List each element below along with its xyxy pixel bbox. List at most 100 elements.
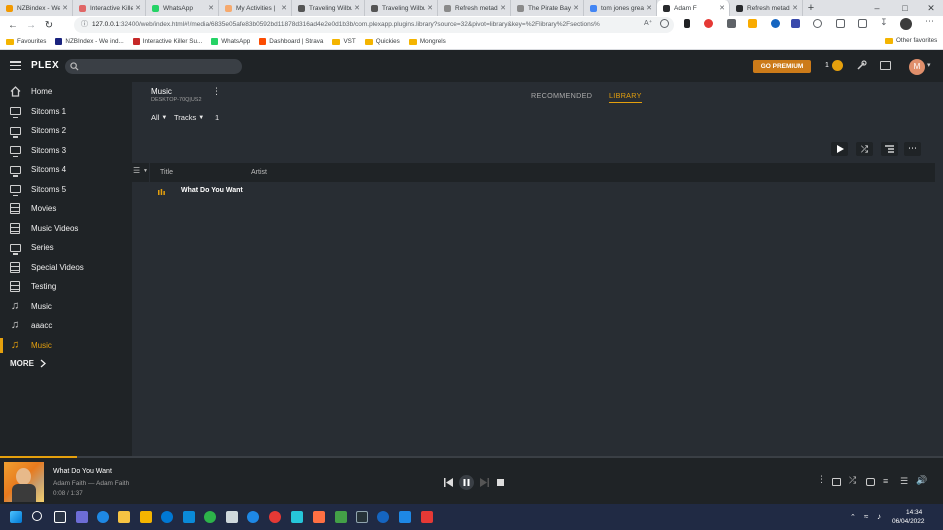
back-icon[interactable]: ← (4, 20, 22, 31)
forward-icon[interactable]: → (22, 20, 40, 31)
play-all-button[interactable] (831, 142, 848, 156)
speaker-icon[interactable]: ♪ (877, 512, 881, 521)
browser-tab[interactable]: My Activities | ✕ (219, 0, 292, 16)
search-input[interactable] (65, 59, 242, 74)
sidebar-more-button[interactable]: MORE (10, 359, 46, 368)
taskbar-time[interactable]: 14:34 (906, 509, 922, 516)
app-icon-11[interactable] (399, 511, 411, 523)
app-icon-7[interactable] (313, 511, 325, 523)
info-icon[interactable]: ⓘ (81, 17, 88, 33)
sidebar-item[interactable]: Sitcoms 2 (0, 121, 132, 140)
browser-tab[interactable]: tom jones great ✕ (584, 0, 657, 16)
plex-logo[interactable]: PLEX (31, 60, 59, 71)
player-progress-bar[interactable] (0, 456, 943, 458)
stop-icon[interactable] (497, 479, 504, 486)
bookmark-item[interactable]: NZBIndex - We ind... (55, 38, 124, 45)
browser-tab[interactable]: Traveling Wilbu ✕ (292, 0, 365, 16)
tab-close-icon[interactable]: ✕ (135, 4, 141, 12)
sidebar-item[interactable]: ♫ Music (0, 336, 132, 355)
browser-tab[interactable]: Interactive Kille ✕ (73, 0, 146, 16)
sidebar-item[interactable]: Testing (0, 277, 132, 296)
column-header-title[interactable]: Title (150, 163, 241, 182)
browser-tab[interactable]: Refresh metadat✕ (438, 0, 511, 16)
edge-icon[interactable] (97, 511, 109, 523)
filter-type-dropdown[interactable]: Tracks ▼ (174, 113, 204, 122)
sidebar-item[interactable]: Sitcoms 1 (0, 102, 132, 121)
more-menu-icon[interactable]: ⋯ (925, 16, 934, 26)
teams-icon[interactable] (76, 511, 88, 523)
extension-bolt-icon[interactable] (684, 19, 690, 28)
sidebar-item[interactable]: Special Videos (0, 258, 132, 277)
go-premium-button[interactable]: GO PREMIUM (753, 60, 811, 73)
extension-globe-icon[interactable] (771, 19, 780, 28)
wifi-icon[interactable]: ≈ (864, 512, 868, 521)
extension-box-icon[interactable] (727, 19, 736, 28)
user-menu-chevron-icon[interactable]: ▾ (927, 61, 931, 69)
favorite-star-icon[interactable] (660, 19, 669, 28)
app-icon-10[interactable] (377, 511, 389, 523)
browser-tab[interactable]: NZBindex - We ✕ (0, 0, 73, 16)
settings-wrench-icon[interactable] (856, 60, 867, 71)
favorites-icon[interactable] (836, 19, 845, 28)
pause-button[interactable] (459, 475, 474, 490)
album-art[interactable] (4, 462, 44, 502)
library-options-icon[interactable]: ⋮ (212, 87, 221, 96)
tab-close-icon[interactable]: ✕ (500, 4, 506, 12)
browser-tab[interactable]: Refresh metadat✕ (730, 0, 803, 16)
bookmark-item[interactable]: Mongrels (408, 38, 446, 45)
column-picker-button[interactable]: ☰ ▼ (132, 163, 150, 182)
sidebar-item[interactable]: Sitcoms 4 (0, 160, 132, 179)
next-track-icon[interactable] (480, 478, 489, 487)
outlook-icon[interactable] (183, 511, 195, 523)
bookmark-item[interactable]: Favourites (6, 38, 46, 45)
bookmark-item[interactable]: WhatsApp (211, 38, 250, 45)
tab-close-icon[interactable]: ✕ (719, 4, 725, 12)
extension-abp-icon[interactable] (704, 19, 713, 28)
chrome-icon[interactable] (247, 511, 259, 523)
sidebar-item[interactable]: ♫ Music (0, 297, 132, 316)
browser-tab[interactable]: WhatsApp ✕ (146, 0, 219, 16)
close-window-button[interactable]: ✕ (919, 0, 943, 16)
tab-close-icon[interactable]: ✕ (427, 4, 433, 12)
tab-close-icon[interactable]: ✕ (646, 4, 652, 12)
app-icon-3[interactable] (204, 511, 216, 523)
equalizer-icon[interactable]: ≡ (883, 476, 888, 486)
shuffle-button[interactable]: ⤮ (856, 142, 873, 156)
tab-library[interactable]: LIBRARY (609, 91, 642, 103)
filter-all-dropdown[interactable]: All ▼ (151, 113, 167, 122)
sidebar-item[interactable]: Sitcoms 3 (0, 141, 132, 160)
more-options-button[interactable]: ⋯ (904, 142, 921, 156)
tab-close-icon[interactable]: ✕ (573, 4, 579, 12)
taskbar-date[interactable]: 06/04/2022 (892, 518, 925, 525)
shuffle-player-icon[interactable]: ⤮ (849, 475, 856, 486)
url-input[interactable]: ⓘ 127.0.0.1:32400/web/index.html#!/media… (74, 17, 674, 33)
player-track-subtitle[interactable]: Adam Faith — Adam Faith (53, 480, 129, 487)
sidebar-item[interactable]: Movies (0, 199, 132, 218)
browser-tab[interactable]: Traveling Wilbu ✕ (365, 0, 438, 16)
app-icon-4[interactable] (226, 511, 238, 523)
bookmark-item[interactable]: Quickies (364, 38, 400, 45)
collections-icon[interactable] (858, 19, 867, 28)
read-aloud-icon[interactable]: A⁺ (644, 19, 652, 28)
column-header-artist[interactable]: Artist (241, 163, 333, 182)
playqueue-icon[interactable]: ☰ (900, 476, 908, 487)
sidebar-item[interactable]: Music Videos (0, 219, 132, 238)
app-icon-5[interactable] (269, 511, 281, 523)
tab-close-icon[interactable]: ✕ (281, 4, 287, 12)
extension-flag-icon[interactable] (791, 19, 800, 28)
app-icon-12[interactable] (421, 511, 433, 523)
task-view-icon[interactable] (54, 511, 66, 523)
app-icon-6[interactable] (291, 511, 303, 523)
taskbar-search-icon[interactable] (32, 511, 42, 521)
previous-track-icon[interactable] (444, 478, 453, 487)
sidebar-item[interactable]: ♫ aaacc (0, 316, 132, 335)
browser-tab[interactable]: Adam F ✕ (657, 0, 730, 16)
repeat-icon[interactable] (832, 478, 841, 486)
extension-note-icon[interactable] (748, 19, 757, 28)
reload-icon[interactable]: ↻ (40, 20, 58, 31)
sidebar-item[interactable]: Series (0, 238, 132, 257)
cast-player-icon[interactable] (866, 478, 875, 486)
player-more-icon[interactable]: ⋮ (817, 475, 826, 484)
file-explorer-icon[interactable] (140, 511, 152, 523)
sidebar-item[interactable]: Sitcoms 5 (0, 180, 132, 199)
